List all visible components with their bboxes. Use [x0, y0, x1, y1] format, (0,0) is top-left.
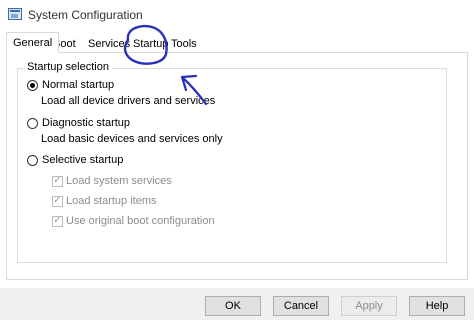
startup-selection-legend: Startup selection	[24, 61, 112, 73]
apply-button[interactable]: Apply	[341, 296, 397, 316]
tab-tools[interactable]: Tools	[164, 34, 204, 52]
ok-button[interactable]: OK	[205, 296, 261, 316]
title-bar: System Configuration	[0, 0, 474, 30]
radio-unselected-icon	[27, 117, 38, 129]
checkmark-icon: ✓	[52, 195, 63, 207]
selective-startup-radio[interactable]: Selective startup	[27, 153, 123, 167]
use-original-boot-configuration-label: Use original boot configuration	[66, 215, 215, 227]
window-title: System Configuration	[28, 8, 143, 22]
radio-selected-icon	[27, 79, 38, 91]
load-system-services-label: Load system services	[66, 175, 172, 187]
checkmark-icon: ✓	[52, 175, 63, 187]
cancel-button[interactable]: Cancel	[273, 296, 329, 316]
tab-general[interactable]: General	[6, 32, 60, 53]
load-startup-items-checkbox[interactable]: ✓ Load startup items	[52, 194, 157, 208]
use-original-boot-configuration-checkbox[interactable]: ✓ Use original boot configuration	[52, 214, 215, 228]
help-button[interactable]: Help	[409, 296, 465, 316]
system-configuration-icon	[8, 8, 22, 20]
diagnostic-startup-description: Load basic devices and services only	[41, 133, 223, 145]
normal-startup-radio[interactable]: Normal startup	[27, 78, 114, 92]
radio-unselected-icon	[27, 154, 38, 166]
selective-startup-label: Selective startup	[42, 154, 124, 166]
checkmark-icon: ✓	[52, 215, 63, 227]
diagnostic-startup-radio[interactable]: Diagnostic startup	[27, 116, 130, 130]
diagnostic-startup-label: Diagnostic startup	[42, 117, 131, 129]
normal-startup-label: Normal startup	[42, 79, 115, 91]
tab-strip: General Boot Services Startup Tools	[6, 32, 466, 53]
load-startup-items-label: Load startup items	[66, 195, 157, 207]
normal-startup-description: Load all device drivers and services	[41, 95, 216, 107]
load-system-services-checkbox[interactable]: ✓ Load system services	[52, 174, 172, 188]
